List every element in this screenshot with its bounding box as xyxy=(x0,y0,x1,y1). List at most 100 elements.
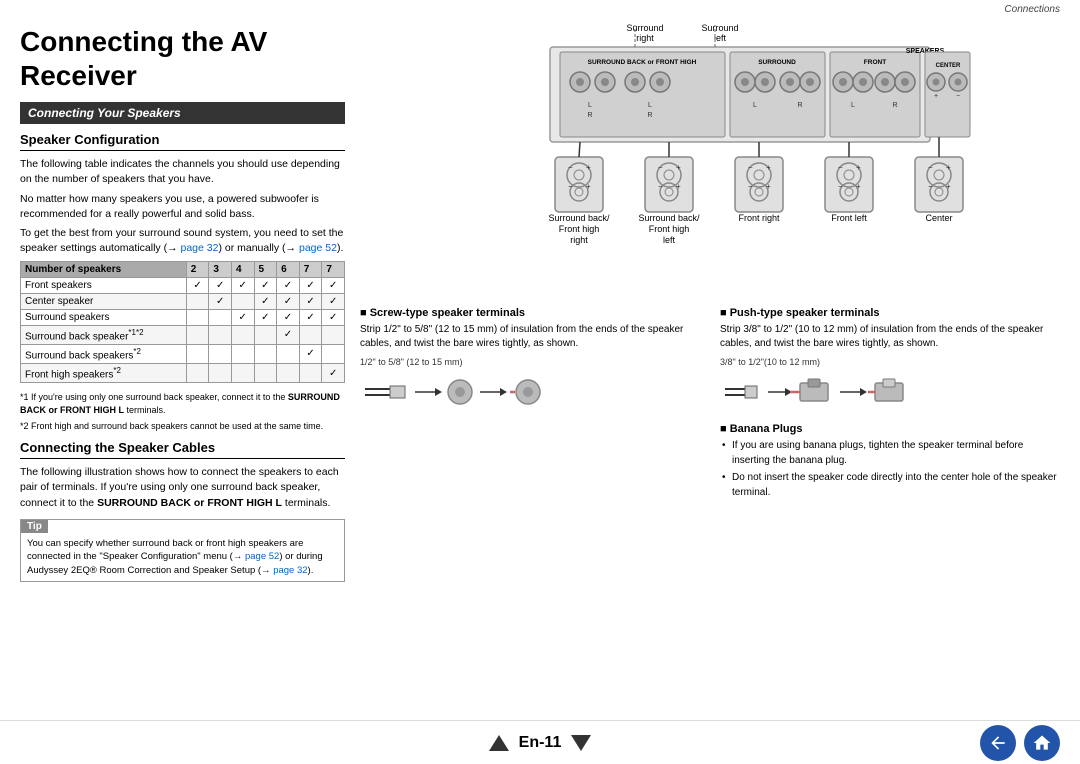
table-row: Front speakers ✓✓✓✓✓✓✓ xyxy=(21,277,345,293)
table-row: Surround back speakers*2 ✓ xyxy=(21,344,345,363)
banana-point-2: Do not insert the speaker code directly … xyxy=(732,472,1057,498)
speaker-config-para1: The following table indicates the channe… xyxy=(20,157,345,187)
table-col-3: 3 xyxy=(209,261,232,277)
svg-text:+: + xyxy=(676,182,681,191)
cables-title: Connecting the Speaker Cables xyxy=(20,440,345,459)
terminals-section: Screw-type speaker terminals Strip 1/2" … xyxy=(360,307,1060,500)
svg-text:−: − xyxy=(658,163,663,172)
table-header-label: Number of speakers xyxy=(21,261,187,277)
screw-terminal-title: Screw-type speaker terminals xyxy=(360,307,700,319)
page52-link[interactable]: page 52 xyxy=(299,242,337,254)
svg-text:right: right xyxy=(570,235,588,245)
svg-text:+: + xyxy=(766,163,771,172)
svg-text:left: left xyxy=(663,235,676,245)
table-col-2: 2 xyxy=(186,261,209,277)
prev-page-button[interactable] xyxy=(489,735,509,751)
screw-wire-diagram xyxy=(360,369,560,414)
svg-text:R: R xyxy=(647,112,652,119)
footer: En-11 xyxy=(0,720,1080,764)
svg-text:L: L xyxy=(851,102,855,109)
next-page-button[interactable] xyxy=(571,735,591,751)
svg-text:Surround back/: Surround back/ xyxy=(638,213,700,223)
svg-text:−: − xyxy=(568,163,573,172)
table-col-7b: 7 xyxy=(322,261,345,277)
cables-para: The following illustration shows how to … xyxy=(20,465,345,511)
svg-text:SURROUND BACK or FRONT HIGH: SURROUND BACK or FRONT HIGH xyxy=(588,59,697,66)
speaker-config-title: Speaker Configuration xyxy=(20,132,345,151)
svg-text:−: − xyxy=(748,163,753,172)
svg-text:+: + xyxy=(856,182,861,191)
top-bar: Connections xyxy=(0,0,1080,17)
page32-link[interactable]: page 32 xyxy=(180,242,218,254)
speaker-diagram-svg: Surround right Surround left SURROUND BA… xyxy=(360,17,1060,277)
right-column: Surround right Surround left SURROUND BA… xyxy=(360,17,1060,720)
tip-content: You can specify whether surround back or… xyxy=(21,533,344,581)
svg-text:−: − xyxy=(748,182,753,191)
screw-terminal-desc: Strip 1/2" to 5/8" (12 to 15 mm) of insu… xyxy=(360,323,700,351)
speaker-config-para2: No matter how many speakers you use, a p… xyxy=(20,192,345,222)
tip-box: Tip You can specify whether surround bac… xyxy=(20,519,345,582)
svg-text:Front high: Front high xyxy=(559,224,600,234)
svg-text:−: − xyxy=(956,93,960,100)
svg-text:+: + xyxy=(946,163,951,172)
screw-measurement: 1/2" to 5/8" (12 to 15 mm) xyxy=(360,357,700,367)
svg-text:+: + xyxy=(946,182,951,191)
svg-text:R: R xyxy=(797,102,802,109)
table-col-7a: 7 xyxy=(299,261,322,277)
banana-point-1: If you are using banana plugs, tighten t… xyxy=(732,440,1023,466)
footer-nav-icons xyxy=(980,725,1060,761)
tip-label: Tip xyxy=(21,520,48,533)
svg-text:+: + xyxy=(934,93,938,100)
main-content: Connecting the AV Receiver Connecting Yo… xyxy=(0,17,1080,720)
tip-page32-link[interactable]: page 32 xyxy=(273,565,307,576)
banana-section: Banana Plugs • If you are using banana p… xyxy=(720,423,1060,500)
svg-text:−: − xyxy=(928,182,933,191)
svg-text:CENTER: CENTER xyxy=(936,63,961,69)
tip-page52-link[interactable]: page 52 xyxy=(245,551,279,562)
table-col-6: 6 xyxy=(277,261,300,277)
svg-text:SURROUND: SURROUND xyxy=(758,59,796,66)
svg-text:Front right: Front right xyxy=(738,213,780,223)
push-measurement: 3/8" to 1/2"(10 to 12 mm) xyxy=(720,357,1060,367)
svg-text:Front left: Front left xyxy=(831,213,867,223)
section-label: Connections xyxy=(1004,4,1060,15)
svg-text:L: L xyxy=(588,102,592,109)
svg-text:+: + xyxy=(856,163,861,172)
push-terminal-block: Push-type speaker terminals Strip 3/8" t… xyxy=(720,307,1060,500)
svg-text:R: R xyxy=(587,112,592,119)
page-number: En-11 xyxy=(519,734,562,752)
speaker-table: Number of speakers 2 3 4 5 6 7 7 Front s… xyxy=(20,261,345,384)
svg-text:+: + xyxy=(766,182,771,191)
banana-title: Banana Plugs xyxy=(720,423,1060,435)
svg-text:−: − xyxy=(838,182,843,191)
svg-text:+: + xyxy=(676,163,681,172)
svg-text:right: right xyxy=(636,33,654,43)
push-terminal-desc: Strip 3/8" to 1/2" (10 to 12 mm) of insu… xyxy=(720,323,1060,351)
push-wire-diagram xyxy=(720,369,920,414)
svg-text:−: − xyxy=(568,182,573,191)
svg-text:−: − xyxy=(928,163,933,172)
svg-text:Front high: Front high xyxy=(649,224,690,234)
back-button[interactable] xyxy=(980,725,1016,761)
table-row: Front high speakers*2 ✓ xyxy=(21,364,345,383)
push-terminal-title: Push-type speaker terminals xyxy=(720,307,1060,319)
footnote-2: *2 Front high and surround back speakers… xyxy=(20,420,345,433)
table-row: Surround speakers ✓✓✓✓✓ xyxy=(21,309,345,325)
back-icon xyxy=(988,733,1008,753)
table-col-4: 4 xyxy=(231,261,254,277)
speaker-config-para3: To get the best from your surround sound… xyxy=(20,226,345,256)
section-header: Connecting Your Speakers xyxy=(20,102,345,124)
left-column: Connecting the AV Receiver Connecting Yo… xyxy=(20,17,360,720)
svg-text:Center: Center xyxy=(925,213,952,223)
home-button[interactable] xyxy=(1024,725,1060,761)
svg-text:+: + xyxy=(586,163,591,172)
svg-text:Surround back/: Surround back/ xyxy=(548,213,610,223)
svg-text:Surround: Surround xyxy=(626,23,663,33)
page-title: Connecting the AV Receiver xyxy=(20,25,345,92)
svg-text:+: + xyxy=(586,182,591,191)
footnote-1: *1 If you're using only one surround bac… xyxy=(20,391,345,416)
home-icon xyxy=(1032,733,1052,753)
svg-text:−: − xyxy=(658,182,663,191)
svg-text:Surround: Surround xyxy=(701,23,738,33)
table-row: Center speaker ✓✓✓✓✓ xyxy=(21,293,345,309)
